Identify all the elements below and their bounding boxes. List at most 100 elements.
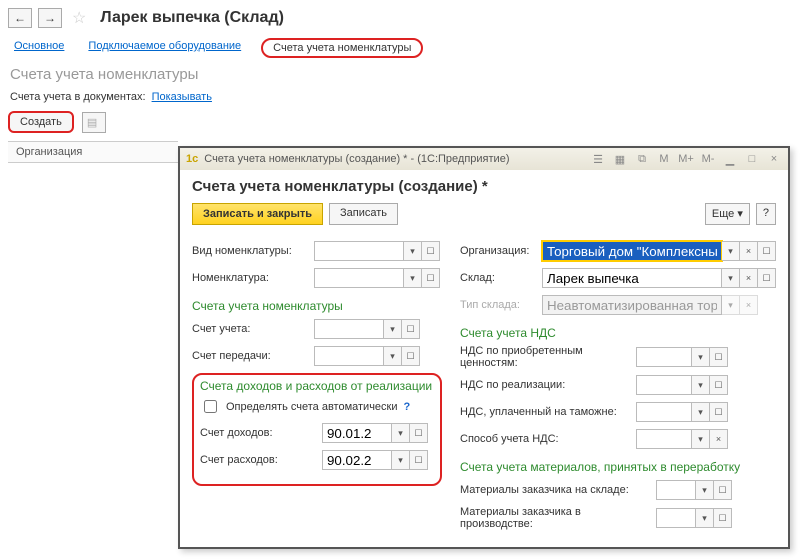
section-heading: Счета учета номенклатуры [10, 66, 790, 83]
mat1-dropdown-button[interactable]: ▾ [696, 480, 714, 500]
document-icon: ▤ [87, 117, 97, 129]
auto-detect-help-icon[interactable]: ? [404, 401, 411, 413]
section-vat: Счета учета НДС [460, 326, 776, 340]
org-label: Организация: [460, 245, 538, 257]
org-clear-button[interactable]: × [740, 241, 758, 261]
toolbar-icon-3[interactable]: ⧉ [634, 151, 650, 167]
auto-detect-checkbox[interactable] [204, 400, 217, 413]
acc-dropdown-button[interactable]: ▾ [384, 319, 402, 339]
tab-main[interactable]: Основное [10, 38, 68, 58]
dialog-min-icon[interactable]: ▁ [722, 151, 738, 167]
income-open-button[interactable]: ☐ [410, 423, 428, 443]
dialog-titlebar: 1c Счета учета номенклатуры (создание) *… [180, 148, 788, 170]
vat4-input[interactable] [636, 429, 692, 449]
vat2-open-button[interactable]: ☐ [710, 375, 728, 395]
toolbar-icon-2[interactable]: ▦ [612, 151, 628, 167]
type-label: Вид номенклатуры: [192, 245, 310, 257]
toolbar-extra-button[interactable]: ▤ [82, 112, 106, 133]
mat2-input[interactable] [656, 508, 696, 528]
favorite-star-icon[interactable]: ☆ [68, 8, 90, 28]
vat2-input[interactable] [636, 375, 692, 395]
section-income: Счета доходов и расходов от реализации [200, 379, 434, 393]
vat1-dropdown-button[interactable]: ▾ [692, 347, 710, 367]
org-open-button[interactable]: ☐ [758, 241, 776, 261]
toolbar-m-plus[interactable]: M+ [678, 151, 694, 167]
highlight-income-panel: Счета доходов и расходов от реализации О… [192, 373, 442, 486]
income-dropdown-button[interactable]: ▾ [392, 423, 410, 443]
whtype-dropdown-button: ▾ [722, 295, 740, 315]
save-close-button[interactable]: Записать и закрыть [192, 203, 323, 225]
nav-back-button[interactable]: ← [8, 8, 32, 28]
accounts-dialog: 1c Счета учета номенклатуры (создание) *… [178, 146, 790, 549]
mat1-label: Материалы заказчика на складе: [460, 484, 652, 496]
expense-input[interactable] [322, 450, 392, 470]
grid-column-organization[interactable]: Организация [8, 141, 178, 163]
more-button[interactable]: Еще ▾ [705, 203, 750, 225]
transfer-input[interactable] [314, 346, 384, 366]
doc-show-link[interactable]: Показывать [152, 91, 212, 103]
mat1-open-button[interactable]: ☐ [714, 480, 732, 500]
nav-forward-button[interactable]: → [38, 8, 62, 28]
save-button[interactable]: Записать [329, 203, 398, 225]
whtype-input [542, 295, 722, 315]
type-open-button[interactable]: ☐ [422, 241, 440, 261]
wh-clear-button[interactable]: × [740, 268, 758, 288]
vat4-label: Способ учета НДС: [460, 433, 632, 445]
acc-open-button[interactable]: ☐ [402, 319, 420, 339]
org-input[interactable] [542, 241, 722, 261]
acc-label: Счет учета: [192, 323, 310, 335]
toolbar-m-minus[interactable]: M- [700, 151, 716, 167]
income-input[interactable] [322, 423, 392, 443]
mat2-open-button[interactable]: ☐ [714, 508, 732, 528]
type-input[interactable] [314, 241, 404, 261]
vat3-dropdown-button[interactable]: ▾ [692, 402, 710, 422]
toolbar-m[interactable]: M [656, 151, 672, 167]
highlight-tab-accounts: Счета учета номенклатуры [261, 38, 423, 58]
vat1-input[interactable] [636, 347, 692, 367]
mat1-input[interactable] [656, 480, 696, 500]
dialog-heading: Счета учета номенклатуры (создание) * [192, 178, 776, 195]
dialog-close-icon[interactable]: × [766, 151, 782, 167]
chevron-down-icon: ▾ [737, 208, 743, 220]
transfer-label: Счет передачи: [192, 350, 310, 362]
vat4-clear-button[interactable]: × [710, 429, 728, 449]
vat1-open-button[interactable]: ☐ [710, 347, 728, 367]
vat2-label: НДС по реализации: [460, 379, 632, 391]
nom-dropdown-button[interactable]: ▾ [404, 268, 422, 288]
income-label: Счет доходов: [200, 427, 318, 439]
mat2-label: Материалы заказчика в производстве: [460, 506, 652, 530]
nom-label: Номенклатура: [192, 272, 310, 284]
expense-label: Счет расходов: [200, 454, 318, 466]
expense-dropdown-button[interactable]: ▾ [392, 450, 410, 470]
toolbar-icon-1[interactable]: ☰ [590, 151, 606, 167]
acc-input[interactable] [314, 319, 384, 339]
wh-dropdown-button[interactable]: ▾ [722, 268, 740, 288]
type-dropdown-button[interactable]: ▾ [404, 241, 422, 261]
dialog-title-text: Счета учета номенклатуры (создание) * - … [204, 153, 509, 165]
section-materials: Счета учета материалов, принятых в перер… [460, 460, 776, 474]
app-icon: 1c [186, 153, 198, 165]
create-button[interactable]: Создать [8, 111, 74, 133]
wh-input[interactable] [542, 268, 722, 288]
transfer-open-button[interactable]: ☐ [402, 346, 420, 366]
vat1-label: НДС по приобретенным ценностям: [460, 345, 632, 369]
vat2-dropdown-button[interactable]: ▾ [692, 375, 710, 395]
section-accounts: Счета учета номенклатуры [192, 299, 442, 313]
wh-open-button[interactable]: ☐ [758, 268, 776, 288]
tab-equipment[interactable]: Подключаемое оборудование [84, 38, 245, 58]
whtype-label: Тип склада: [460, 299, 538, 311]
expense-open-button[interactable]: ☐ [410, 450, 428, 470]
vat4-dropdown-button[interactable]: ▾ [692, 429, 710, 449]
nom-input[interactable] [314, 268, 404, 288]
dialog-max-icon[interactable]: □ [744, 151, 760, 167]
tab-accounts[interactable]: Счета учета номенклатуры [269, 40, 415, 56]
mat2-dropdown-button[interactable]: ▾ [696, 508, 714, 528]
vat3-open-button[interactable]: ☐ [710, 402, 728, 422]
whtype-clear-button: × [740, 295, 758, 315]
help-button[interactable]: ? [756, 203, 776, 225]
org-dropdown-button[interactable]: ▾ [722, 241, 740, 261]
vat3-input[interactable] [636, 402, 692, 422]
doc-show-label: Счета учета в документах: [10, 91, 146, 103]
nom-open-button[interactable]: ☐ [422, 268, 440, 288]
transfer-dropdown-button[interactable]: ▾ [384, 346, 402, 366]
